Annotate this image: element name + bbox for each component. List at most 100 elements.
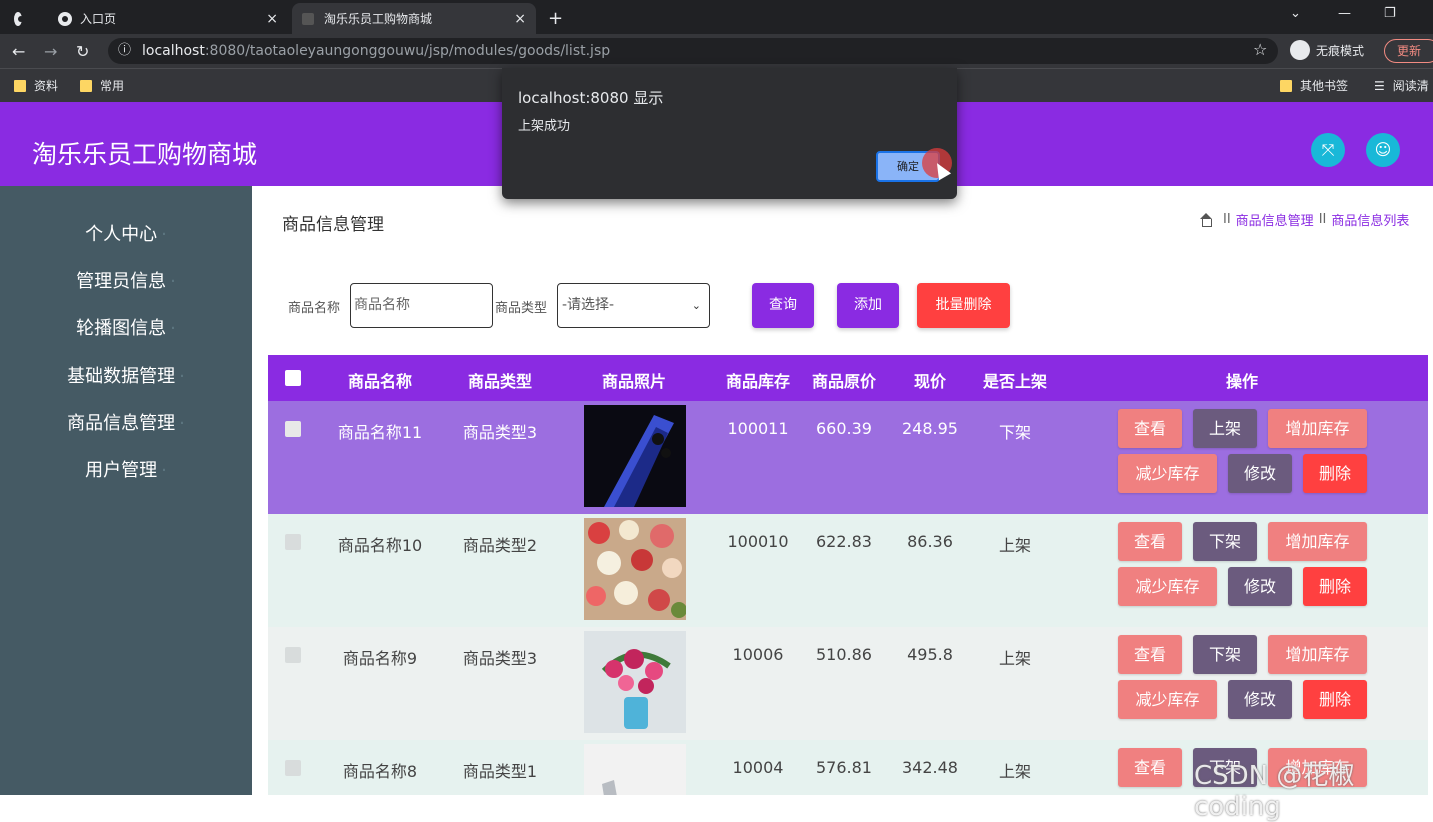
column-header: 商品名称: [347, 372, 412, 391]
fullscreen-icon[interactable]: ⤧: [1311, 133, 1345, 167]
add-stock-button[interactable]: 增加库存: [1268, 522, 1367, 561]
cell-stock: 10004: [732, 758, 784, 777]
sidebar-item-label: 用户管理: [85, 460, 158, 481]
new-tab-label: +: [548, 8, 564, 29]
breadcrumb-separator: II: [1223, 212, 1231, 227]
shelf-toggle-button[interactable]: 下架: [1193, 522, 1257, 561]
cell-shelf-status: 上架: [998, 649, 1031, 668]
name-filter-input[interactable]: 商品名称: [350, 283, 493, 328]
reading-list[interactable]: ☰ 阅读清: [1374, 77, 1429, 94]
type-filter-label: 商品类型: [495, 301, 548, 316]
close-icon[interactable]: ×: [514, 11, 526, 27]
reload-icon[interactable]: ↻: [76, 42, 89, 61]
cell-original-price: 660.39: [816, 419, 872, 438]
sidebar-item-goods[interactable]: 商品信息管理: [0, 409, 252, 435]
bookmark-folder[interactable]: 常用: [80, 77, 124, 94]
name-filter-label: 商品名称: [288, 301, 341, 316]
delete-button[interactable]: 删除: [1303, 680, 1367, 719]
column-header: 商品库存: [725, 372, 790, 391]
folder-icon: [1280, 79, 1292, 92]
tab-shop[interactable]: 淘乐乐员工购物商城 ×: [292, 3, 536, 34]
reduce-stock-button[interactable]: 减少库存: [1118, 680, 1217, 719]
sidebar-item-label: 个人中心: [85, 224, 158, 245]
url-path: :8080/taotaoleyaungonggouwu/jsp/modules/…: [204, 43, 611, 59]
delete-button[interactable]: 删除: [1303, 567, 1367, 606]
dialog-title: localhost:8080 显示: [518, 89, 664, 107]
view-button[interactable]: 查看: [1118, 635, 1182, 674]
shelf-toggle-button[interactable]: 下架: [1193, 635, 1257, 674]
url-field[interactable]: ⓘ localhost:8080/taotaoleyaungonggouwu/j…: [108, 38, 1278, 64]
close-icon[interactable]: ×: [266, 11, 278, 27]
reduce-stock-button[interactable]: 减少库存: [1118, 454, 1217, 493]
cell-price: 342.48: [902, 758, 958, 777]
user-icon[interactable]: ☺: [1366, 133, 1400, 167]
sidebar-item-label: 轮播图信息: [76, 318, 167, 339]
back-icon[interactable]: ←: [12, 42, 25, 61]
edit-button[interactable]: 修改: [1228, 567, 1292, 606]
table-row[interactable]: 商品名称10 商品类型2 100010 622.83 86.36 上架 查看 下…: [268, 514, 1428, 627]
view-button[interactable]: 查看: [1118, 409, 1182, 448]
batch-delete-button[interactable]: 批量删除: [917, 283, 1010, 328]
page-title: 商品信息管理: [282, 215, 384, 235]
table-row[interactable]: 商品名称11 商品类型3 100011 660.39 248.95 下架 查看 …: [268, 401, 1428, 514]
column-header: 现价: [913, 372, 946, 391]
add-stock-button[interactable]: 增加库存: [1268, 635, 1367, 674]
watermark: CSDN @花椒coding: [1194, 761, 1355, 822]
update-button[interactable]: 更新: [1384, 39, 1433, 63]
row-checkbox[interactable]: [285, 760, 301, 776]
view-button[interactable]: 查看: [1118, 748, 1182, 787]
select-all-checkbox[interactable]: [285, 370, 301, 386]
bookmark-label: 资料: [34, 79, 59, 93]
sidebar-item-admin[interactable]: 管理员信息: [0, 267, 252, 293]
row-checkbox[interactable]: [285, 534, 301, 550]
breadcrumb-separator: II: [1318, 212, 1327, 227]
bookmark-folder[interactable]: 其他书签: [1280, 77, 1348, 94]
update-label: 更新: [1397, 44, 1422, 58]
bookmark-star-icon[interactable]: ☆: [1253, 40, 1267, 59]
sidebar-item-users[interactable]: 用户管理: [0, 456, 252, 482]
tab-pinned[interactable]: [4, 3, 40, 34]
breadcrumb-item: 商品信息列表: [1331, 214, 1410, 229]
cell-shelf-status: 下架: [998, 423, 1031, 442]
sidebar-item-profile[interactable]: 个人中心: [0, 220, 252, 246]
new-tab-button[interactable]: +: [538, 3, 572, 34]
cell-original-price: 622.83: [816, 532, 872, 551]
alert-dialog: localhost:8080 显示 上架成功 确定: [502, 68, 957, 199]
cell-shelf-status: 上架: [998, 762, 1031, 781]
table-row[interactable]: 商品名称9 商品类型3 10006 510.86 495.8 上架 查看 下架 …: [268, 627, 1428, 740]
shelf-toggle-button[interactable]: 上架: [1193, 409, 1257, 448]
cell-name: 商品名称8: [342, 762, 418, 781]
incognito-indicator[interactable]: 无痕模式: [1290, 40, 1364, 60]
sidebar-item-carousel[interactable]: 轮播图信息: [0, 314, 252, 340]
row-checkbox[interactable]: [285, 421, 301, 437]
type-select-value: -请选择-: [562, 297, 615, 313]
type-filter-select[interactable]: -请选择- ⌄: [557, 283, 710, 328]
minimize-icon[interactable]: —: [1338, 6, 1351, 21]
product-photo: [584, 405, 686, 507]
table-header: 商品名称 商品类型 商品照片 商品库存 商品原价 现价 是否上架 操作: [268, 355, 1428, 401]
restore-icon[interactable]: ❐: [1384, 6, 1396, 21]
forward-icon[interactable]: →: [44, 42, 57, 61]
reduce-stock-button[interactable]: 减少库存: [1118, 567, 1217, 606]
breadcrumb-item[interactable]: 商品信息管理: [1236, 210, 1314, 229]
cell-original-price: 576.81: [816, 758, 872, 777]
chevron-down-icon: ⌄: [691, 299, 701, 312]
bookmark-folder[interactable]: 资料: [14, 77, 58, 94]
sidebar-item-basic-data[interactable]: 基础数据管理: [0, 362, 252, 388]
tab-entry-page[interactable]: 入口页 ×: [48, 3, 288, 34]
search-button[interactable]: 查询: [752, 283, 814, 328]
home-icon[interactable]: [1199, 212, 1214, 227]
tab-label: 入口页: [80, 12, 117, 26]
delete-button[interactable]: 删除: [1303, 454, 1367, 493]
view-button[interactable]: 查看: [1118, 522, 1182, 561]
tab-search-icon[interactable]: ⌄: [1290, 6, 1301, 21]
product-photo: [584, 518, 686, 620]
column-header: 商品照片: [601, 372, 666, 391]
row-checkbox[interactable]: [285, 647, 301, 663]
bookmark-label: 阅读清: [1392, 79, 1429, 93]
add-stock-button[interactable]: 增加库存: [1268, 409, 1367, 448]
edit-button[interactable]: 修改: [1228, 454, 1292, 493]
edit-button[interactable]: 修改: [1228, 680, 1292, 719]
address-toolbar: ← → ↻ ⓘ localhost:8080/taotaoleyaungongg…: [0, 34, 1433, 68]
add-button[interactable]: 添加: [837, 283, 899, 328]
